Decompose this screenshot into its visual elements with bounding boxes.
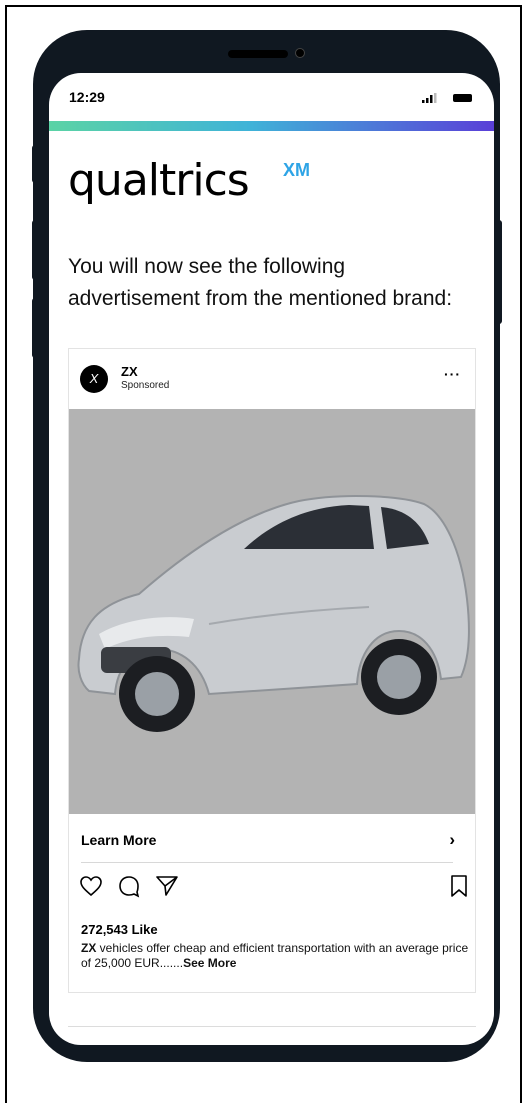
action-bar: [79, 874, 469, 902]
phone-power-button: [496, 220, 502, 324]
status-time: 12:29: [69, 89, 105, 105]
more-options-icon[interactable]: ···: [444, 366, 461, 382]
brand-avatar: X: [80, 365, 108, 393]
phone-side-button-3: [32, 298, 38, 358]
phone-camera: [295, 48, 305, 58]
learn-more-link[interactable]: Learn More ›: [69, 814, 475, 862]
survey-intro-text: You will now see the following advertise…: [68, 255, 453, 310]
learn-more-label: Learn More: [81, 832, 157, 848]
caption-brand: ZX: [81, 941, 97, 955]
qualtrics-logo: qualtrics: [68, 155, 250, 206]
phone-speaker: [228, 50, 288, 58]
battery-icon: [453, 94, 472, 102]
like-count: 272,543 Like: [81, 922, 158, 937]
car-image-icon: [77, 494, 470, 732]
ad-card: X ZX Sponsored ··· Learn More › 272,543 …: [68, 348, 476, 993]
heart-icon[interactable]: [79, 874, 103, 898]
ad-brand-name[interactable]: ZX: [121, 364, 138, 379]
share-icon[interactable]: [155, 874, 179, 898]
comment-icon[interactable]: [117, 874, 141, 898]
chevron-right-icon: ›: [449, 830, 455, 849]
caption-text: vehicles offer cheap and efficient trans…: [81, 941, 469, 970]
ad-image: [69, 409, 475, 814]
divider: [81, 862, 453, 863]
logo-xm-mark: XM: [283, 160, 310, 180]
ad-caption: ZX vehicles offer cheap and efficient tr…: [81, 941, 471, 971]
see-more-link[interactable]: See More: [183, 956, 236, 970]
phone-screen: 12:29 qualtrics XM You will now see the …: [49, 73, 494, 1045]
brand-gradient-bar: [49, 121, 494, 131]
signal-icon: [422, 93, 437, 103]
sponsored-label: Sponsored: [121, 380, 170, 391]
bookmark-icon[interactable]: [449, 874, 469, 898]
phone-side-button-1: [32, 145, 38, 183]
bottom-divider: [68, 1026, 476, 1027]
phone-side-button-2: [32, 220, 38, 280]
